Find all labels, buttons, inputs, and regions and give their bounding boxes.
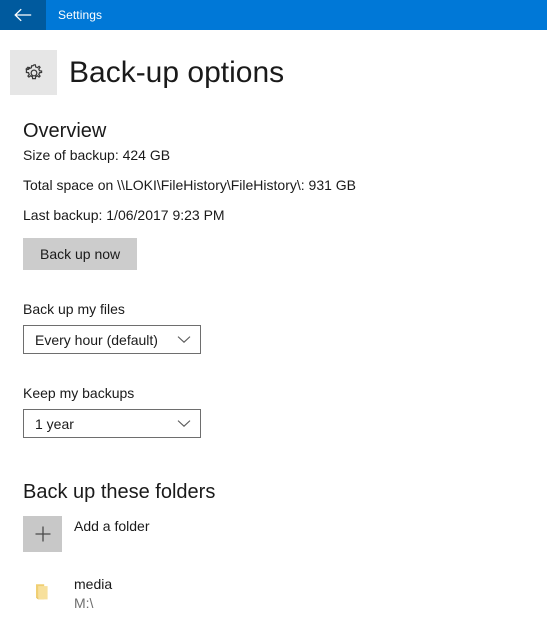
plus-icon	[23, 516, 62, 552]
keep-backups-label: Keep my backups	[23, 385, 135, 401]
add-folder-label: Add a folder	[74, 518, 150, 534]
backup-frequency-group: Back up my files Every hour (default)	[23, 300, 523, 354]
settings-content: Overview Size of backup: 424 GB Total sp…	[23, 118, 523, 635]
list-item[interactable]: media M:\	[23, 574, 523, 613]
folder-icon	[23, 574, 62, 610]
overview-heading: Overview	[23, 120, 107, 142]
backup-frequency-value: Every hour (default)	[35, 331, 158, 348]
folder-path: M:\	[74, 595, 94, 611]
chevron-down-icon	[177, 415, 191, 433]
back-button[interactable]	[0, 0, 46, 30]
total-space-text: Total space on \\LOKI\FileHistory\FileHi…	[23, 177, 357, 193]
add-a-folder-button[interactable]: Add a folder	[23, 516, 523, 552]
page-header: Back-up options	[10, 50, 284, 95]
keep-backups-dropdown[interactable]: 1 year	[23, 409, 201, 438]
keep-backups-value: 1 year	[35, 415, 74, 432]
gear-icon	[10, 50, 57, 95]
size-of-backup-text: Size of backup: 424 GB	[23, 147, 171, 163]
chevron-down-icon	[177, 331, 191, 349]
back-up-now-button[interactable]: Back up now	[23, 238, 138, 270]
titlebar-title: Settings	[58, 8, 103, 22]
last-backup-text: Last backup: 1/06/2017 9:23 PM	[23, 207, 225, 223]
page-title: Back-up options	[69, 56, 285, 89]
title-bar: Settings	[0, 0, 547, 30]
backup-frequency-label: Back up my files	[23, 301, 125, 317]
folder-texts: media M:\	[74, 574, 112, 613]
add-folder-texts: Add a folder	[74, 516, 150, 536]
backup-frequency-dropdown[interactable]: Every hour (default)	[23, 325, 201, 354]
folder-name: media	[74, 576, 113, 592]
back-arrow-icon	[13, 8, 33, 22]
backup-folders-heading: Back up these folders	[23, 481, 216, 503]
keep-backups-group: Keep my backups 1 year	[23, 384, 523, 438]
